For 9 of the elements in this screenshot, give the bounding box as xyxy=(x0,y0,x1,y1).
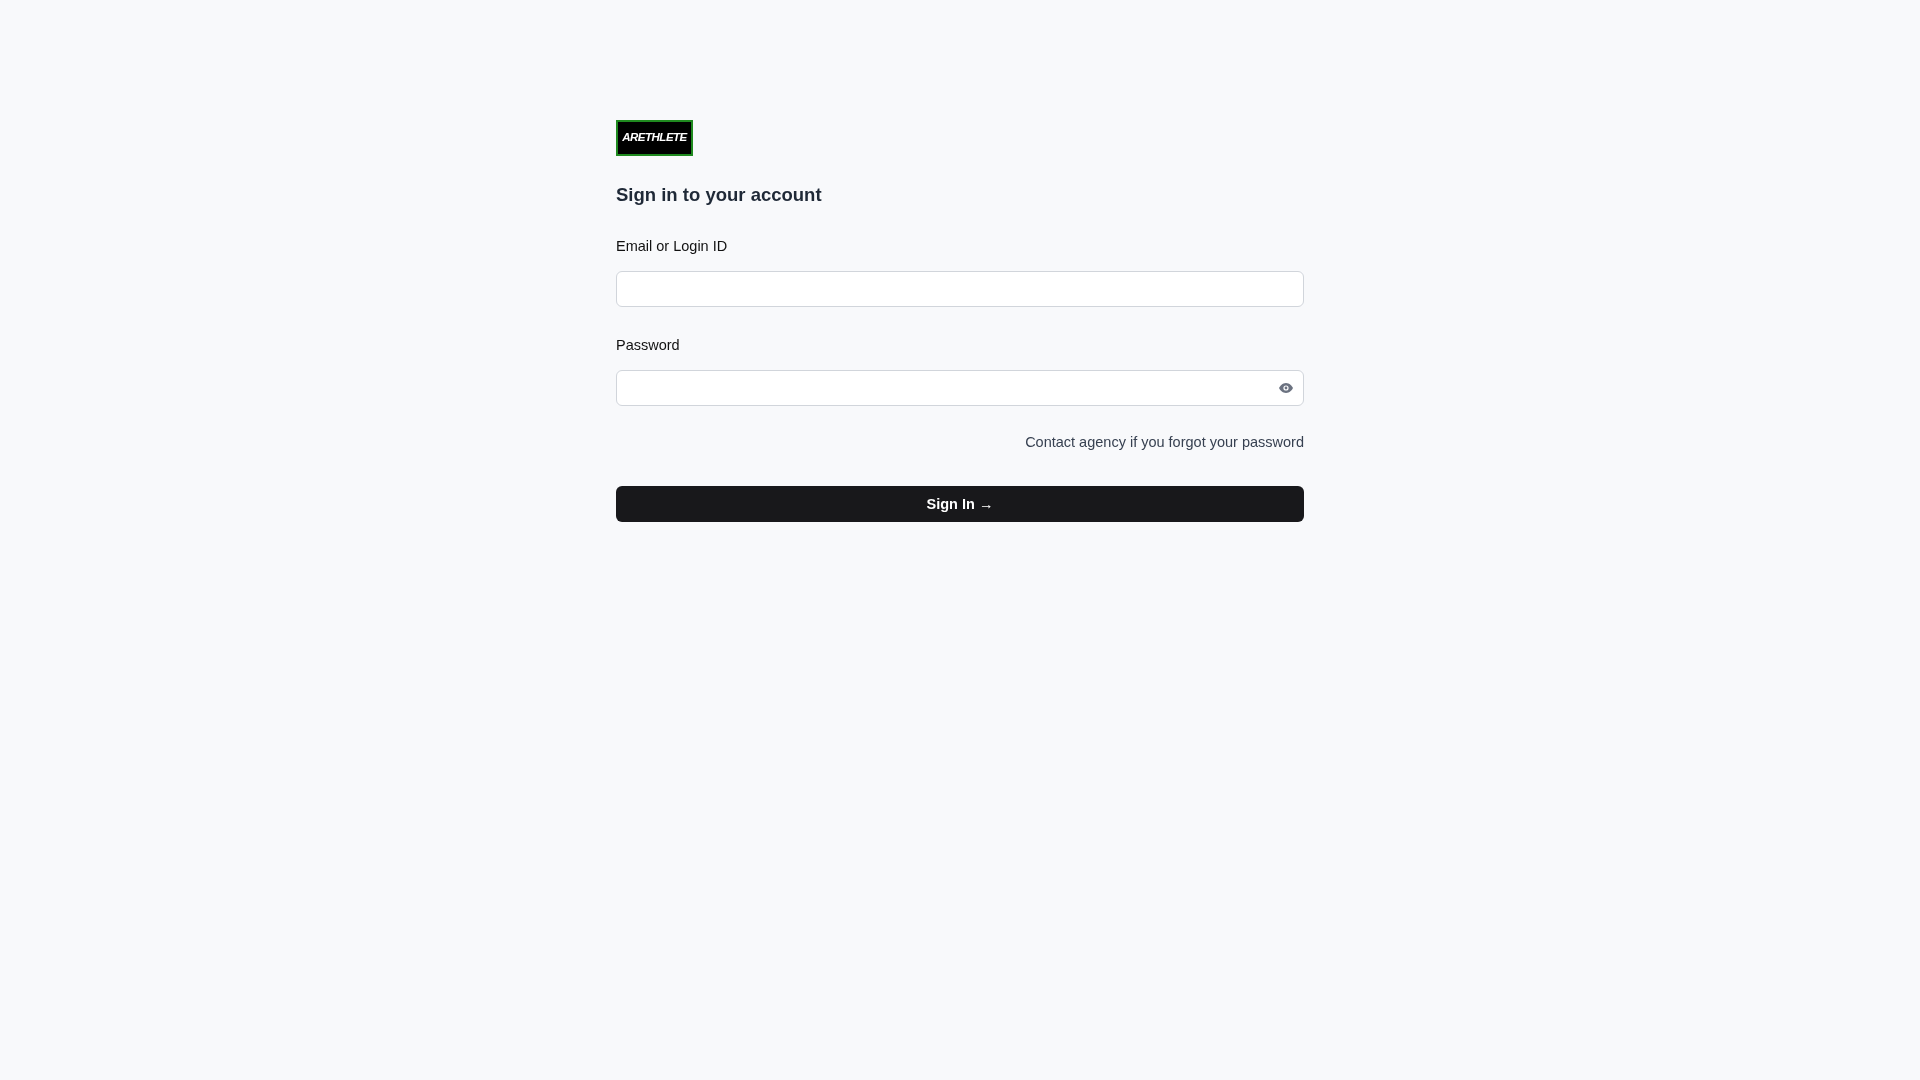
password-field[interactable] xyxy=(616,369,1304,406)
field-label: Password xyxy=(616,335,681,355)
sign-in-button[interactable]: Sign In → xyxy=(616,486,1304,523)
email-field[interactable] xyxy=(616,270,1304,307)
eye-icon[interactable] xyxy=(1279,382,1293,393)
page-heading: Sign in to your account xyxy=(616,184,823,207)
field-label: Email or Login ID xyxy=(616,237,729,257)
logo: ARETHLETE xyxy=(616,120,693,156)
help-text: Contact agency if you forgot your password xyxy=(1024,432,1304,452)
